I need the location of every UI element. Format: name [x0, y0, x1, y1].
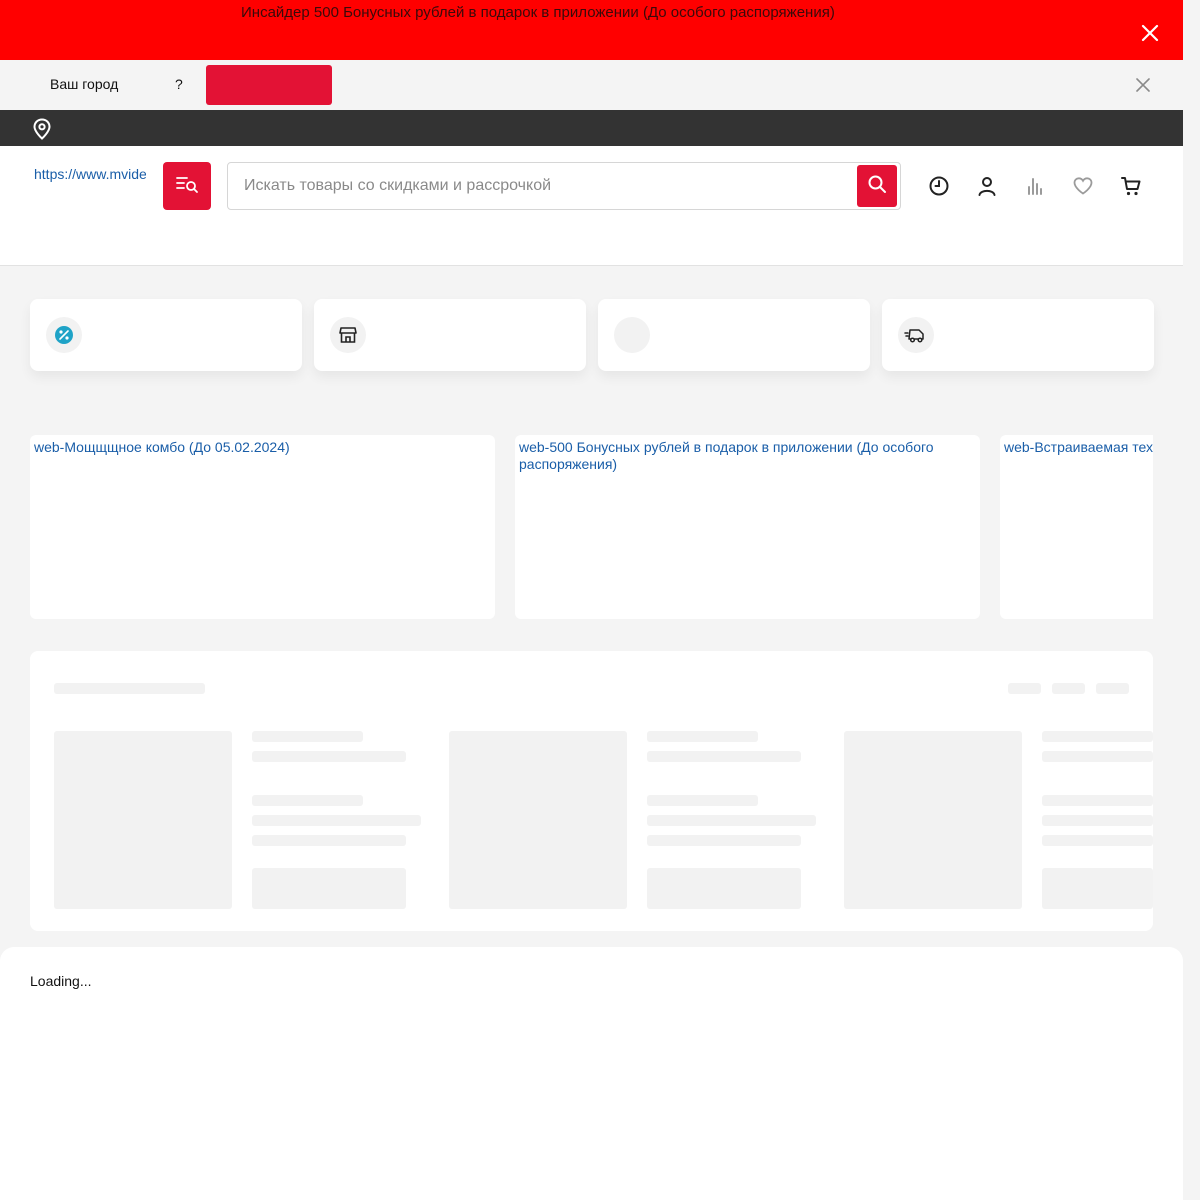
city-label: Ваш город [50, 76, 119, 92]
skeleton-line [1042, 815, 1153, 826]
skeleton-line [252, 815, 421, 826]
history-icon[interactable] [927, 174, 951, 198]
skeleton-button [647, 868, 801, 909]
skeleton-button [1042, 868, 1153, 909]
loading-panel: Loading... [0, 947, 1183, 1200]
location-bar [0, 110, 1183, 146]
promo-banner-card[interactable]: web-500 Бонусных рублей в подарок в прил… [515, 435, 980, 619]
store-icon [330, 317, 366, 353]
catalog-button[interactable] [163, 162, 211, 210]
skeleton-tab [1096, 683, 1129, 694]
quick-link-card[interactable] [598, 299, 870, 371]
skeleton-button [252, 868, 406, 909]
skeleton-line [1042, 731, 1153, 742]
promo-banner-card[interactable]: web-Встраиваемая техника [1000, 435, 1153, 619]
location-pin-icon[interactable] [32, 118, 52, 140]
search-icon [867, 174, 887, 199]
product-carousel-skeleton [30, 651, 1153, 931]
skeleton-line [647, 751, 801, 762]
city-confirm-bar: Ваш город ? [0, 60, 1183, 110]
skeleton-line [252, 835, 406, 846]
close-icon[interactable] [1134, 76, 1152, 94]
compare-icon[interactable] [1023, 174, 1047, 198]
promo-text[interactable]: Инсайдер 500 Бонусных рублей в подарок в… [241, 4, 835, 21]
catalog-search-icon [175, 172, 199, 201]
skeleton-tab [1008, 683, 1041, 694]
skeleton-line [647, 835, 801, 846]
city-confirm-button[interactable] [206, 65, 332, 105]
heart-icon[interactable] [1071, 174, 1095, 198]
promo-banner-card[interactable]: web-Мощщщное комбо (До 05.02.2024) [30, 435, 495, 619]
page-scrollbar[interactable] [1183, 0, 1200, 1200]
search-input[interactable] [228, 163, 848, 209]
logo-link[interactable]: https://www.mvideo.ru [34, 166, 146, 182]
loading-text: Loading... [30, 973, 92, 989]
cart-icon[interactable] [1119, 174, 1143, 198]
percent-icon [46, 317, 82, 353]
quick-link-card[interactable] [882, 299, 1154, 371]
skeleton-line [252, 731, 363, 742]
skeleton-image [449, 731, 627, 909]
quick-link-card[interactable] [30, 299, 302, 371]
promo-banner[interactable]: Инсайдер 500 Бонусных рублей в подарок в… [0, 0, 1183, 60]
banner-link[interactable]: web-500 Бонусных рублей в подарок в прил… [519, 439, 972, 473]
user-icon[interactable] [975, 174, 999, 198]
banner-link[interactable]: web-Встраиваемая техника [1004, 439, 1153, 456]
skeleton-line [647, 795, 758, 806]
city-question-mark: ? [175, 76, 183, 92]
close-icon[interactable] [1138, 21, 1162, 45]
skeleton-line [252, 795, 363, 806]
search-box [227, 162, 901, 210]
search-button[interactable] [857, 165, 897, 207]
skeleton-image [54, 731, 232, 909]
placeholder-icon [614, 317, 650, 353]
banner-link[interactable]: web-Мощщщное комбо (До 05.02.2024) [34, 439, 487, 456]
skeleton-tab [1052, 683, 1085, 694]
skeleton-image [844, 731, 1022, 909]
skeleton-line [647, 731, 758, 742]
delivery-truck-icon [898, 317, 934, 353]
skeleton-line [647, 815, 816, 826]
skeleton-line [1042, 835, 1153, 846]
site-header: https://www.mvideo.ru [0, 146, 1183, 266]
skeleton-line [1042, 751, 1153, 762]
quick-link-card[interactable] [314, 299, 586, 371]
skeleton-title [54, 683, 205, 694]
skeleton-line [252, 751, 406, 762]
skeleton-line [1042, 795, 1153, 806]
